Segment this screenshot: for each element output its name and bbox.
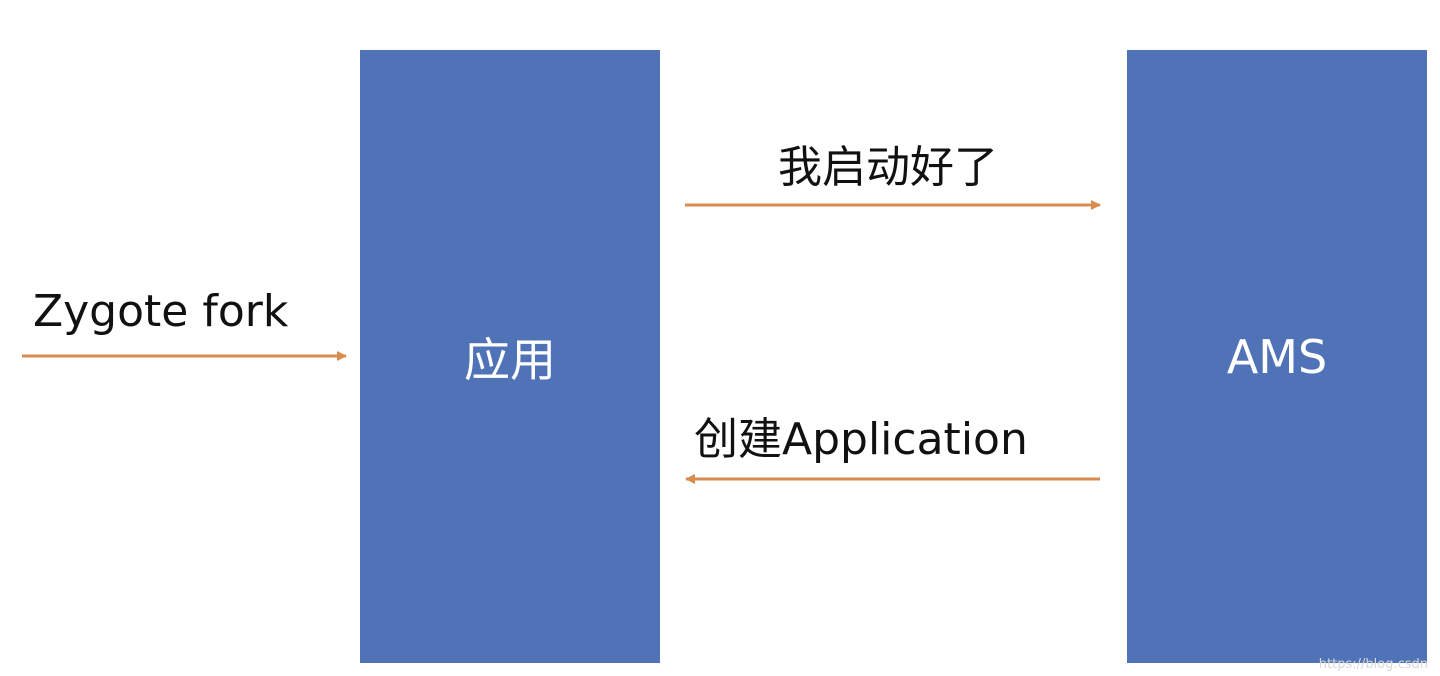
zygote-fork-label: Zygote fork xyxy=(33,286,289,337)
watermark: https://blog.csdn xyxy=(1318,657,1428,672)
create-application-label: 创建Application xyxy=(694,414,1028,465)
started-label: 我启动好了 xyxy=(778,142,998,193)
ams-node-label: AMS xyxy=(1226,329,1328,384)
ams-node: AMS xyxy=(1127,50,1427,663)
app-node-label: 应用 xyxy=(464,332,556,387)
app-node: 应用 xyxy=(360,50,660,663)
